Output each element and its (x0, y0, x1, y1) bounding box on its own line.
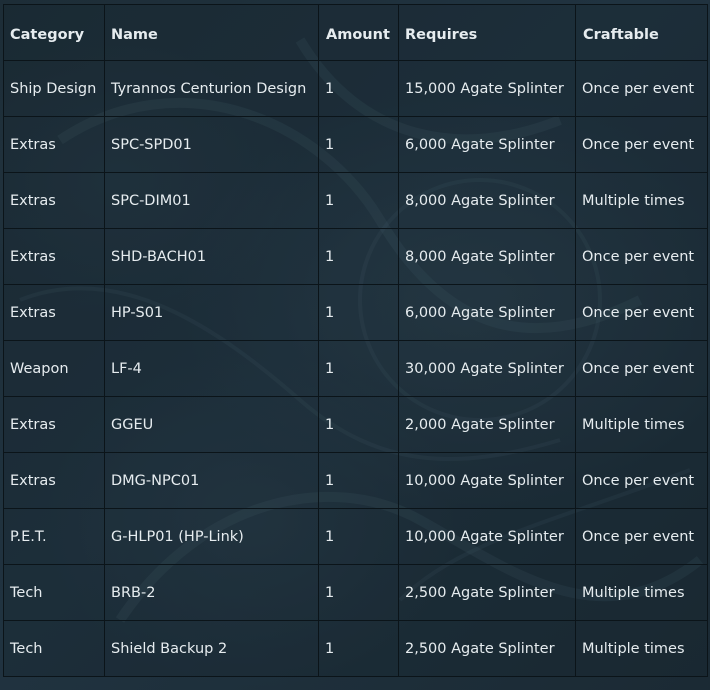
cell-requires: 6,000 Agate Splinter (398, 116, 576, 173)
cell-category: Ship Design (3, 60, 105, 117)
header-craftable: Craftable (575, 4, 708, 61)
cell-name: Tyrannos Centurion Design (104, 60, 319, 117)
cell-requires: 8,000 Agate Splinter (398, 172, 576, 229)
table-row: Weapon LF-4 1 30,000 Agate Splinter Once… (3, 340, 708, 397)
cell-category: P.E.T. (3, 508, 105, 565)
cell-requires: 8,000 Agate Splinter (398, 228, 576, 285)
cell-amount: 1 (318, 508, 399, 565)
cell-amount: 1 (318, 340, 399, 397)
cell-amount: 1 (318, 284, 399, 341)
cell-requires: 10,000 Agate Splinter (398, 508, 576, 565)
header-requires: Requires (398, 4, 576, 61)
table-row: Extras SHD-BACH01 1 8,000 Agate Splinter… (3, 228, 708, 285)
cell-name: LF-4 (104, 340, 319, 397)
cell-amount: 1 (318, 620, 399, 677)
cell-craftable: Once per event (575, 116, 708, 173)
cell-requires: 10,000 Agate Splinter (398, 452, 576, 509)
cell-amount: 1 (318, 228, 399, 285)
cell-craftable: Once per event (575, 60, 708, 117)
cell-requires: 2,500 Agate Splinter (398, 620, 576, 677)
cell-requires: 30,000 Agate Splinter (398, 340, 576, 397)
cell-name: BRB-2 (104, 564, 319, 621)
cell-amount: 1 (318, 60, 399, 117)
table-header-row: Category Name Amount Requires Craftable (3, 4, 708, 61)
cell-requires: 15,000 Agate Splinter (398, 60, 576, 117)
cell-name: SPC-DIM01 (104, 172, 319, 229)
table-row: Extras SPC-SPD01 1 6,000 Agate Splinter … (3, 116, 708, 173)
cell-craftable: Multiple times (575, 172, 708, 229)
cell-category: Extras (3, 172, 105, 229)
cell-category: Weapon (3, 340, 105, 397)
cell-category: Tech (3, 564, 105, 621)
cell-name: G-HLP01 (HP-Link) (104, 508, 319, 565)
cell-amount: 1 (318, 564, 399, 621)
cell-name: HP-S01 (104, 284, 319, 341)
cell-category: Tech (3, 620, 105, 677)
cell-amount: 1 (318, 172, 399, 229)
cell-category: Extras (3, 228, 105, 285)
cell-requires: 2,500 Agate Splinter (398, 564, 576, 621)
cell-category: Extras (3, 284, 105, 341)
table-row: Extras HP-S01 1 6,000 Agate Splinter Onc… (3, 284, 708, 341)
cell-craftable: Multiple times (575, 564, 708, 621)
cell-name: SHD-BACH01 (104, 228, 319, 285)
cell-craftable: Once per event (575, 508, 708, 565)
cell-craftable: Once per event (575, 452, 708, 509)
cell-name: GGEU (104, 396, 319, 453)
cell-amount: 1 (318, 116, 399, 173)
cell-category: Extras (3, 452, 105, 509)
cell-category: Extras (3, 116, 105, 173)
cell-craftable: Once per event (575, 340, 708, 397)
table-row: P.E.T. G-HLP01 (HP-Link) 1 10,000 Agate … (3, 508, 708, 565)
cell-requires: 2,000 Agate Splinter (398, 396, 576, 453)
cell-category: Extras (3, 396, 105, 453)
table-row: Extras SPC-DIM01 1 8,000 Agate Splinter … (3, 172, 708, 229)
table-row: Tech Shield Backup 2 1 2,500 Agate Splin… (3, 620, 708, 677)
cell-craftable: Multiple times (575, 396, 708, 453)
table-row: Extras GGEU 1 2,000 Agate Splinter Multi… (3, 396, 708, 453)
table-row: Tech BRB-2 1 2,500 Agate Splinter Multip… (3, 564, 708, 621)
cell-craftable: Multiple times (575, 620, 708, 677)
cell-craftable: Once per event (575, 284, 708, 341)
cell-amount: 1 (318, 452, 399, 509)
cell-craftable: Once per event (575, 228, 708, 285)
table-row: Extras DMG-NPC01 1 10,000 Agate Splinter… (3, 452, 708, 509)
cell-name: DMG-NPC01 (104, 452, 319, 509)
header-category: Category (3, 4, 105, 61)
cell-requires: 6,000 Agate Splinter (398, 284, 576, 341)
header-name: Name (104, 4, 319, 61)
cell-amount: 1 (318, 396, 399, 453)
cell-name: SPC-SPD01 (104, 116, 319, 173)
table-row: Ship Design Tyrannos Centurion Design 1 … (3, 60, 708, 117)
header-amount: Amount (318, 4, 399, 61)
crafting-table-page: Category Name Amount Requires Craftable … (0, 0, 710, 690)
crafting-table: Category Name Amount Requires Craftable … (3, 4, 708, 677)
cell-name: Shield Backup 2 (104, 620, 319, 677)
